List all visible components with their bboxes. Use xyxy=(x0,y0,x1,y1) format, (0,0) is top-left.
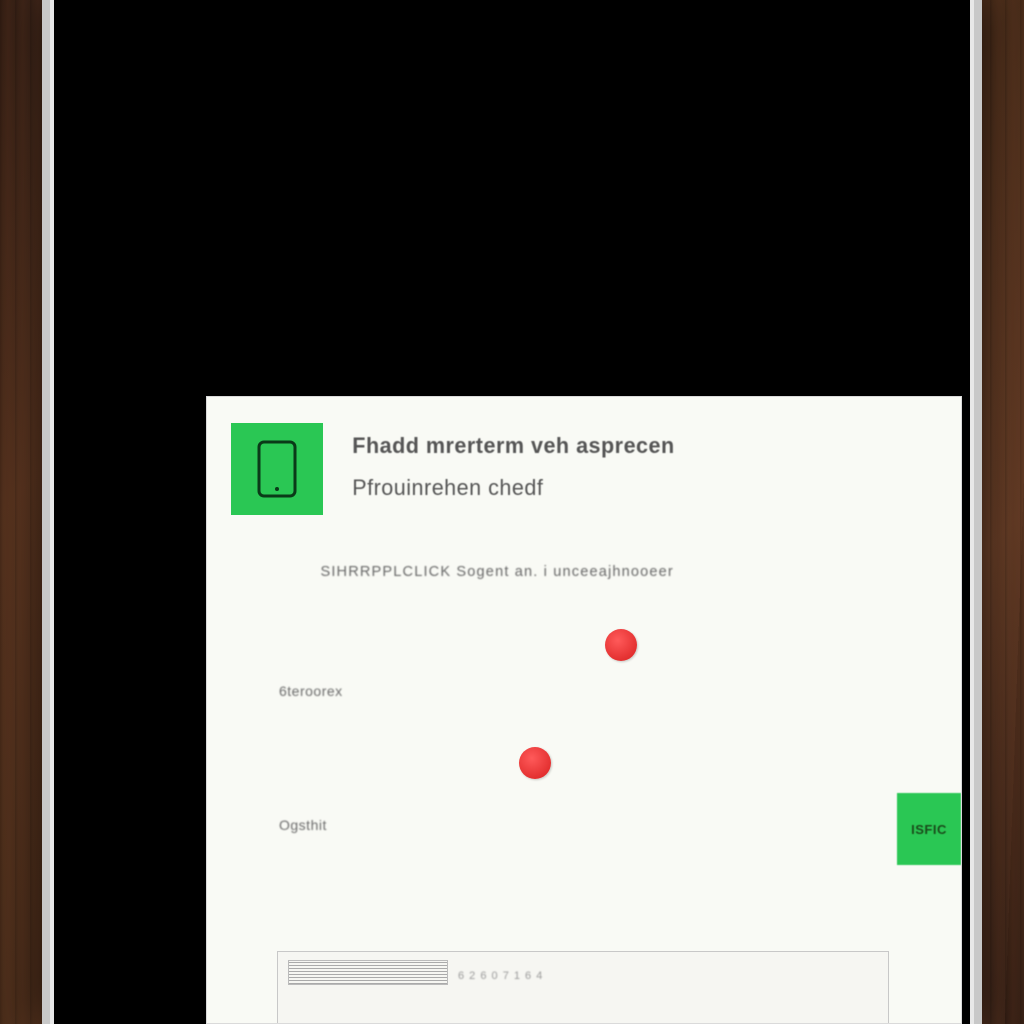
header: Fhadd mrerterm veh asprecen Pfrouinrehen… xyxy=(231,423,678,515)
bottom-panel: 6 2 6 0 7 1 6 4 xyxy=(277,951,889,1023)
tablet-screen: Fhadd mrerterm veh asprecen Pfrouinrehen… xyxy=(54,0,970,1024)
app-icon[interactable] xyxy=(231,423,323,515)
status-dot-2[interactable] xyxy=(519,747,551,779)
side-action-button[interactable]: ISFIC xyxy=(897,793,961,865)
subtitle: Pfrouinrehen chedf xyxy=(352,475,674,501)
tablet-frame: Fhadd mrerterm veh asprecen Pfrouinrehen… xyxy=(42,0,982,1024)
title: Fhadd mrerterm veh asprecen xyxy=(352,433,674,459)
app-window: Fhadd mrerterm veh asprecen Pfrouinrehen… xyxy=(206,396,962,1024)
bottom-panel-text: 6 2 6 0 7 1 6 4 xyxy=(458,970,543,982)
barcode-icon xyxy=(288,960,448,985)
field-label-2: Ogsthit xyxy=(279,817,327,833)
header-text: Fhadd mrerterm veh asprecen Pfrouinrehen… xyxy=(349,423,678,501)
status-dot-1[interactable] xyxy=(605,629,637,661)
side-button-label: ISFIC xyxy=(911,822,947,837)
field-label-1: 6teroorex xyxy=(279,683,343,699)
device-icon xyxy=(256,439,298,499)
description-text: SIHRRPPLCLICK Sogent an. i unceeajhnooee… xyxy=(320,563,673,580)
